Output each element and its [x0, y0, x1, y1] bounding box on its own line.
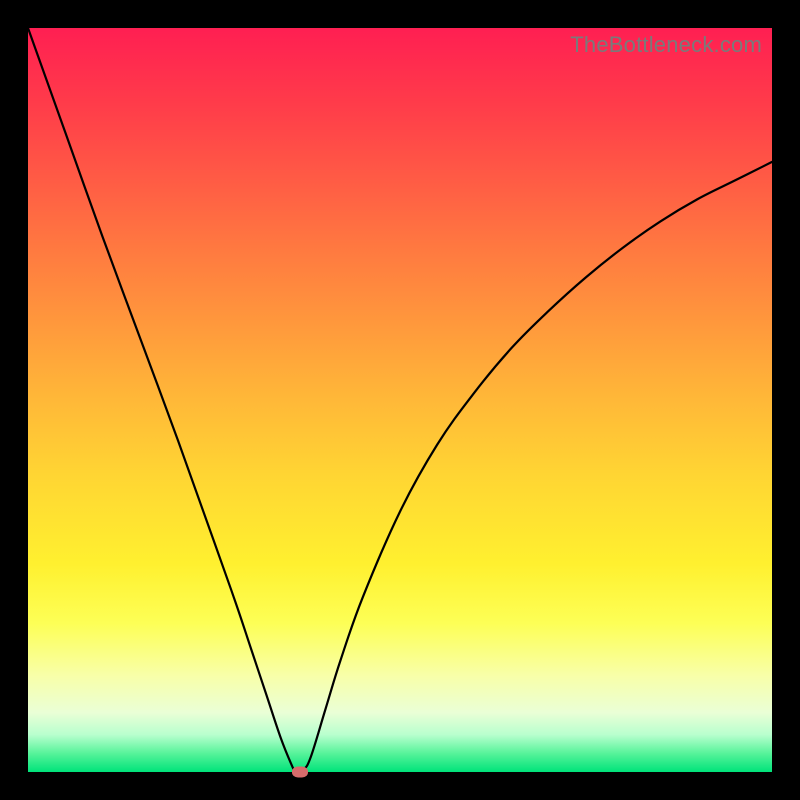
minimum-marker — [292, 767, 308, 778]
attribution-text: TheBottleneck.com — [570, 32, 762, 58]
chart-frame: TheBottleneck.com — [28, 28, 772, 772]
bottleneck-curve — [28, 28, 772, 772]
